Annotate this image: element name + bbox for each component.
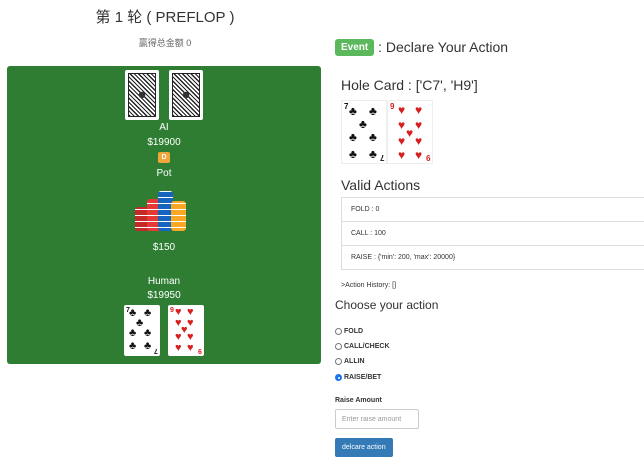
option-call-check[interactable]: CALL/CHECK [335,343,390,350]
human-card-1: 7 7 ♣ ♣ ♣ ♣ ♣ ♣ ♣ [124,305,160,356]
dealer-badge: D [158,152,170,163]
declare-action-button[interactable]: delcare action [335,438,393,457]
pot-label: Pot [156,168,172,179]
human-name: Human [147,276,181,287]
ai-card-back-1 [125,70,159,120]
choose-action-title: Choose your action [335,298,439,312]
radio-fold[interactable] [335,328,342,335]
human-stack: $19950 [147,290,181,301]
ai-name: AI [159,122,169,133]
raise-amount-label: Raise Amount [335,397,382,404]
radio-call-check[interactable] [335,343,342,350]
valid-action-fold: FOLD : 0 [341,197,644,222]
valid-actions-list: FOLD : 0 CALL : 100 RAISE : {'min': 200,… [341,197,644,270]
event-title: : Declare Your Action [378,39,509,55]
event-badge: Event [335,39,375,56]
hole-card-1: 7 7 ♣ ♣ ♣ ♣ ♣ ♣ ♣ [341,100,387,164]
radio-allin[interactable] [335,358,342,365]
win-total: 赢得总金额 0 [138,38,192,48]
option-fold[interactable]: FOLD [335,328,363,335]
option-allin[interactable]: ALLIN [335,358,365,365]
valid-action-raise: RAISE : {'min': 200, 'max': 20000} [341,245,644,270]
round-title: 第 1 轮 ( PREFLOP ) [95,9,235,26]
option-raise-bet[interactable]: RAISE/BET [335,374,381,381]
radio-raise-bet[interactable] [335,374,342,381]
human-card-2: 9 9 ♥ ♥ ♥ ♥ ♥ ♥ ♥ ♥ ♥ [168,305,204,356]
raise-amount-input[interactable] [335,409,419,429]
valid-actions-title: Valid Actions [341,177,421,193]
action-history: >Action History: [] [341,282,397,289]
hole-card-2: 9 9 ♥ ♥ ♥ ♥ ♥ ♥ ♥ ♥ ♥ [387,100,433,164]
valid-action-call: CALL : 100 [341,221,644,246]
ai-stack: $19900 [147,137,181,148]
poker-table: AI $19900 D Pot $150 Human $19950 7 7 ♣ … [7,66,321,364]
ai-card-back-2 [169,70,203,120]
event-header: Event : Declare Your Action [335,39,508,56]
pot-amount: $150 [152,242,176,253]
pot-chips-icon [135,191,193,231]
hole-card-title: Hole Card : ['C7', 'H9'] [341,77,478,93]
